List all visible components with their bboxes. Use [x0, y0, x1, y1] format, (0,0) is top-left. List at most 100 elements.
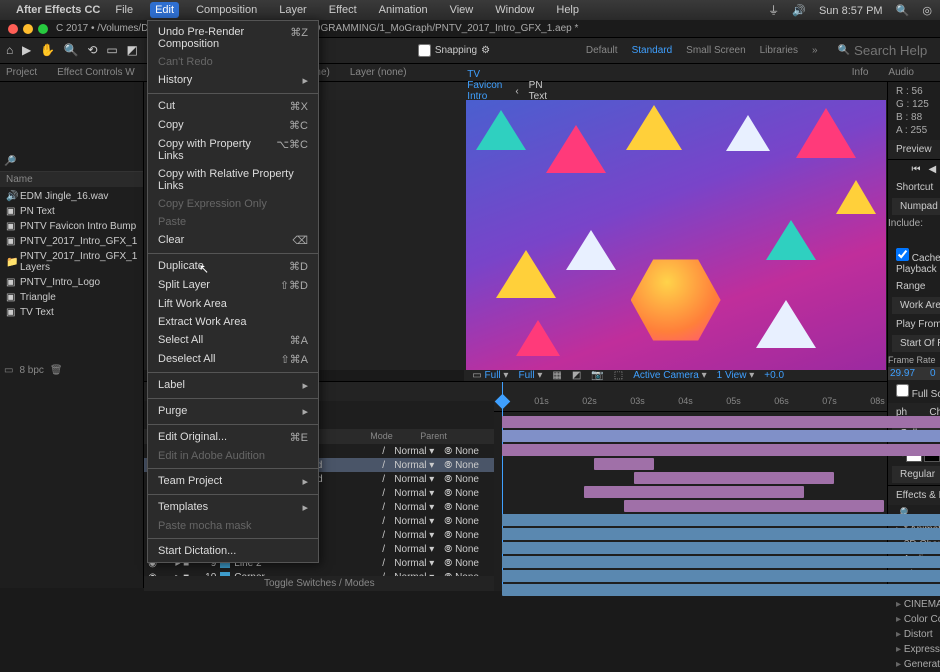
range-select[interactable]: Work Area: [900, 300, 940, 311]
interpret-icon[interactable]: ▭: [4, 365, 13, 376]
cache-checkbox[interactable]: Cache Before Playback: [896, 253, 940, 275]
layer-duration-bar[interactable]: [502, 528, 940, 540]
layer-duration-bar[interactable]: [594, 458, 654, 470]
parent-select[interactable]: ⦾ None: [444, 502, 490, 513]
camera-tool-icon[interactable]: ▭: [106, 43, 117, 57]
resolution-select[interactable]: Full ▾: [518, 370, 542, 381]
layer-duration-bar[interactable]: [502, 514, 940, 526]
effect-category[interactable]: Distort: [888, 627, 940, 642]
menu-view[interactable]: View: [445, 2, 479, 18]
hand-tool-icon[interactable]: ✋: [40, 43, 55, 57]
rotate-tool-icon[interactable]: ⟲: [88, 43, 98, 57]
layout-more-icon[interactable]: »: [812, 45, 818, 56]
parent-select[interactable]: ⦾ None: [444, 558, 490, 569]
layer-duration-bar[interactable]: [502, 542, 940, 554]
wifi-icon[interactable]: ⏚: [768, 5, 779, 17]
selection-tool-icon[interactable]: ▶: [22, 43, 31, 57]
snapshot-icon[interactable]: 📷: [591, 370, 603, 381]
project-asset[interactable]: ▣PN Text: [0, 204, 143, 219]
blend-mode[interactable]: Normal ▾: [394, 544, 444, 555]
comp-tab-2[interactable]: PN Text: [529, 80, 547, 102]
menu-item[interactable]: Extract Work Area: [148, 313, 318, 331]
snap-opt-icon[interactable]: ⚙: [481, 45, 490, 56]
blend-mode[interactable]: Normal ▾: [394, 488, 444, 499]
parent-select[interactable]: ⦾ None: [444, 446, 490, 457]
menu-item[interactable]: Start Dictation...: [148, 542, 318, 560]
menu-item[interactable]: Team Project▸: [148, 472, 318, 491]
menu-item[interactable]: Label▸: [148, 376, 318, 395]
layer-switch-icon[interactable]: /: [382, 488, 394, 499]
layer-switch-icon[interactable]: /: [382, 558, 394, 569]
search-help-input[interactable]: [854, 43, 934, 58]
app-name[interactable]: After Effects CC: [16, 4, 100, 16]
framerate-input[interactable]: 29.97: [888, 367, 928, 380]
view-select[interactable]: 1 View ▾: [717, 370, 755, 381]
shortcut-select[interactable]: Numpad 0: [900, 201, 940, 212]
project-name-header[interactable]: Name: [0, 172, 143, 187]
siri-icon[interactable]: ◎: [922, 5, 932, 17]
layer-duration-bar[interactable]: [584, 486, 804, 498]
zoom-tool-icon[interactable]: 🔍: [64, 43, 79, 57]
bpc-label[interactable]: 8 bpc: [19, 365, 43, 376]
tab-layer[interactable]: Layer (none): [350, 67, 407, 78]
pan-behind-tool-icon[interactable]: ◩: [126, 43, 137, 57]
parent-select[interactable]: ⦾ None: [444, 516, 490, 527]
layer-switch-icon[interactable]: /: [382, 544, 394, 555]
menu-item[interactable]: Clear⌫: [148, 231, 318, 250]
layer-switch-icon[interactable]: /: [382, 502, 394, 513]
project-asset[interactable]: ▣PNTV_2017_Intro_GFX_1: [0, 234, 143, 249]
menu-edit[interactable]: Edit: [150, 2, 179, 18]
menu-item[interactable]: Purge▸: [148, 402, 318, 421]
effect-category[interactable]: Generate: [888, 657, 940, 672]
effect-category[interactable]: Color Correction: [888, 612, 940, 627]
parent-select[interactable]: ⦾ None: [444, 530, 490, 541]
tab-preview[interactable]: Preview: [896, 144, 932, 155]
project-asset[interactable]: ▣Triangle: [0, 290, 143, 305]
blend-mode[interactable]: Normal ▾: [394, 474, 444, 485]
timeline-tracks[interactable]: 01s02s03s04s05s06s07s08s: [494, 382, 887, 591]
zoom-window-icon[interactable]: [38, 24, 48, 34]
layout-small[interactable]: Small Screen: [686, 45, 745, 56]
toggle-switches[interactable]: Toggle Switches / Modes: [144, 576, 494, 591]
layout-default[interactable]: Default: [586, 45, 618, 56]
menu-animation[interactable]: Animation: [374, 2, 433, 18]
project-asset[interactable]: ▣PNTV_Intro_Logo: [0, 275, 143, 290]
layer-switch-icon[interactable]: /: [382, 460, 394, 471]
time-ruler[interactable]: 01s02s03s04s05s06s07s08s: [494, 382, 887, 412]
layer-switch-icon[interactable]: /: [382, 516, 394, 527]
tab-project[interactable]: Project: [6, 67, 37, 78]
skip-input[interactable]: 0: [928, 367, 940, 380]
blend-mode[interactable]: Normal ▾: [394, 530, 444, 541]
layer-duration-bar[interactable]: [502, 416, 940, 428]
menu-item[interactable]: Copy with Relative Property Links: [148, 165, 318, 195]
spotlight-icon[interactable]: 🔍: [896, 5, 910, 17]
layer-duration-bar[interactable]: [502, 556, 940, 568]
layer-duration-bar[interactable]: [502, 584, 940, 596]
tab-info[interactable]: Info: [852, 67, 869, 78]
effect-category[interactable]: CINEMA 4D: [888, 597, 940, 612]
blend-mode[interactable]: Normal ▾: [394, 460, 444, 471]
menu-item[interactable]: Copy with Property Links⌥⌘C: [148, 135, 318, 165]
menu-item[interactable]: Select All⌘A: [148, 331, 318, 350]
menu-item[interactable]: Copy⌘C: [148, 116, 318, 135]
font-style-select[interactable]: Regular: [900, 469, 935, 480]
menu-item[interactable]: Duplicate⌘D: [148, 257, 318, 276]
parent-select[interactable]: ⦾ None: [444, 544, 490, 555]
menu-window[interactable]: Window: [490, 2, 539, 18]
menu-effect[interactable]: Effect: [324, 2, 362, 18]
parent-select[interactable]: ⦾ None: [444, 460, 490, 471]
menu-composition[interactable]: Composition: [191, 2, 262, 18]
minimize-window-icon[interactable]: [23, 24, 33, 34]
project-asset[interactable]: ▣TV Text: [0, 305, 143, 320]
prev-frame-icon[interactable]: ◀: [928, 164, 936, 175]
layer-duration-bar[interactable]: [634, 472, 834, 484]
volume-icon[interactable]: 🔊: [792, 5, 806, 17]
effects-title[interactable]: Effects & Presets: [896, 490, 940, 501]
tab-effect-controls[interactable]: Effect Controls W: [57, 67, 135, 78]
menu-item[interactable]: Cut⌘X: [148, 97, 318, 116]
parent-select[interactable]: ⦾ None: [444, 474, 490, 485]
menu-item[interactable]: Deselect All⇧⌘A: [148, 350, 318, 369]
trash-icon[interactable]: 🗑: [50, 365, 63, 376]
project-asset[interactable]: ▣PNTV Favicon Intro Bump: [0, 219, 143, 234]
menu-file[interactable]: File: [110, 2, 138, 18]
